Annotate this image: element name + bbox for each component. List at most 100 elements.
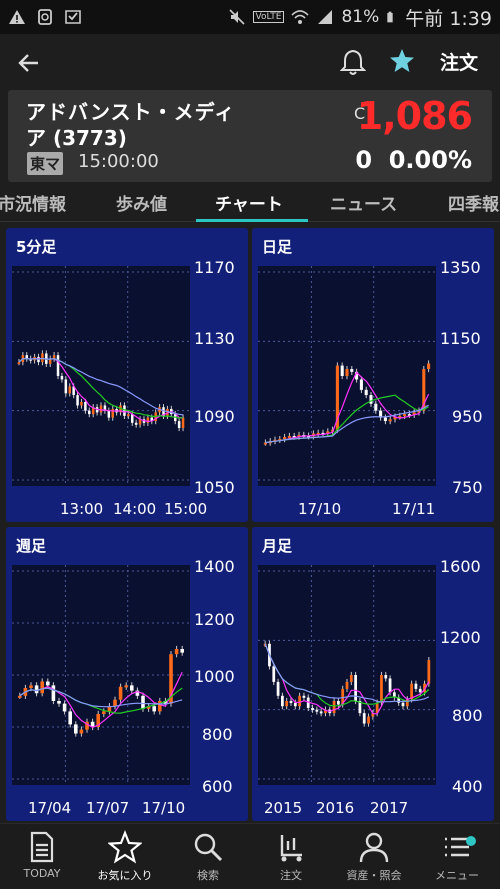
candle-body xyxy=(427,363,431,370)
moving-average-line xyxy=(265,371,430,444)
candle-body xyxy=(337,701,340,705)
candle-body xyxy=(131,414,134,423)
chart-title: 月足 xyxy=(262,537,293,555)
menu-icon xyxy=(445,837,469,857)
candle-body xyxy=(111,408,114,418)
y-tick: 600 xyxy=(202,777,233,796)
bottom-nav: TODAY お気に入り 検索 注文 資産・照会 メニュー xyxy=(0,823,500,889)
candle-body xyxy=(405,699,409,707)
quote-time: 15:00:00 xyxy=(78,151,159,172)
candle-body xyxy=(181,417,185,428)
candle-body xyxy=(40,681,44,694)
x-tick: 17/07 xyxy=(86,799,130,817)
chart-panel-5min[interactable]: 5分足 1170 1130 1090 1050 13:00 14:00 15:0… xyxy=(6,228,248,522)
x-tick: 17/10 xyxy=(298,500,342,518)
candle-body xyxy=(359,379,363,390)
nav-label: メニュー xyxy=(435,869,479,882)
tab-chart[interactable]: チャート xyxy=(215,190,283,215)
candle-body xyxy=(388,678,392,693)
candle-body xyxy=(56,355,60,376)
candle-body xyxy=(281,695,284,707)
chart-title: 週足 xyxy=(16,537,47,555)
y-tick: 400 xyxy=(452,777,483,796)
chart-panel-daily[interactable]: 日足 1350 1150 950 750 17/10 17/11 xyxy=(252,228,494,522)
candle-body xyxy=(146,417,150,423)
candle-body xyxy=(152,706,156,712)
x-tick: 2017 xyxy=(370,799,409,817)
change-value: 0 xyxy=(355,146,373,174)
candle-body xyxy=(418,688,422,693)
bell-icon[interactable] xyxy=(340,48,366,76)
back-arrow-icon[interactable] xyxy=(16,50,42,76)
candle-body xyxy=(367,716,370,724)
chart-title: 5分足 xyxy=(16,238,57,256)
y-tick: 1090 xyxy=(194,407,235,426)
y-tick: 1600 xyxy=(440,557,481,576)
volte-label: VoLTE xyxy=(252,11,285,23)
candle-body xyxy=(388,419,392,422)
y-tick: 750 xyxy=(452,478,483,497)
notification-icons xyxy=(8,8,82,26)
tab-news[interactable]: ニュース xyxy=(330,190,397,215)
nav-assets[interactable]: 資産・照会 xyxy=(332,830,416,883)
nav-order[interactable]: 注文 xyxy=(249,830,333,883)
candle-body xyxy=(68,386,71,394)
nav-today[interactable]: TODAY xyxy=(0,830,84,880)
stock-name-line1: アドバンスト・メディ xyxy=(26,100,236,124)
candle-body xyxy=(107,410,111,418)
y-tick: 950 xyxy=(452,407,483,426)
candle-body xyxy=(285,701,289,707)
battery-percent: 81% xyxy=(341,7,380,27)
nav-menu[interactable]: メニュー xyxy=(415,830,499,883)
candle-body xyxy=(298,695,301,707)
document-icon xyxy=(30,831,54,863)
candle-body xyxy=(76,395,79,406)
candle-body xyxy=(319,711,323,714)
tab-tick-values[interactable]: 歩み値 xyxy=(116,190,167,215)
candle-body xyxy=(177,421,181,428)
candle-body xyxy=(362,713,366,724)
candle-body xyxy=(414,683,418,689)
candlestick-plot xyxy=(258,266,436,486)
candle-body xyxy=(113,699,117,707)
candle-body xyxy=(123,405,126,416)
nav-favorites[interactable]: お気に入り xyxy=(83,830,167,883)
candle-body xyxy=(340,365,344,376)
candle-body xyxy=(349,675,353,682)
candle-body xyxy=(51,685,56,701)
chart-panel-weekly[interactable]: 週足 1400 1200 1000 800 600 17/04 17/07 17… xyxy=(6,527,248,821)
mute-icon xyxy=(228,9,245,25)
x-tick: 17/11 xyxy=(392,500,436,518)
notification-dot xyxy=(466,836,476,846)
favorite-star-icon[interactable] xyxy=(389,48,415,74)
candle-body xyxy=(384,675,388,679)
search-icon xyxy=(194,833,223,862)
candle-body xyxy=(374,403,378,411)
chart-panel-monthly[interactable]: 月足 1600 1200 800 400 2015 2016 2017 xyxy=(252,527,494,821)
status-right: VoLTE 81% 午前 1:39 xyxy=(228,4,492,31)
app-notification-icon xyxy=(65,10,81,24)
candle-body xyxy=(401,702,405,707)
tab-market-info[interactable]: 市況情報 xyxy=(0,190,66,215)
candle-body xyxy=(60,376,64,380)
candle-body xyxy=(332,701,336,714)
tab-quarterly-report[interactable]: 四季報 xyxy=(448,190,499,215)
clock: 午前 1:39 xyxy=(405,7,492,30)
nav-label: TODAY xyxy=(23,867,61,880)
moving-average-line xyxy=(19,687,183,708)
person-icon xyxy=(359,832,389,863)
price-change: 0 0.00% xyxy=(355,146,472,174)
candle-body xyxy=(88,410,91,415)
y-tick: 1200 xyxy=(194,610,235,629)
moving-average-line xyxy=(19,671,183,728)
status-bar: VoLTE 81% 午前 1:39 xyxy=(0,0,500,34)
market-badge: 東マ xyxy=(27,152,64,175)
order-button[interactable]: 注文 xyxy=(440,48,478,75)
candle-body xyxy=(62,703,67,712)
app-bar: 注文 xyxy=(0,34,500,90)
candle-body xyxy=(403,414,407,417)
nav-search[interactable]: 検索 xyxy=(166,830,250,883)
candle-body xyxy=(311,707,314,710)
y-tick: 800 xyxy=(202,725,233,744)
y-tick: 1000 xyxy=(194,667,235,686)
